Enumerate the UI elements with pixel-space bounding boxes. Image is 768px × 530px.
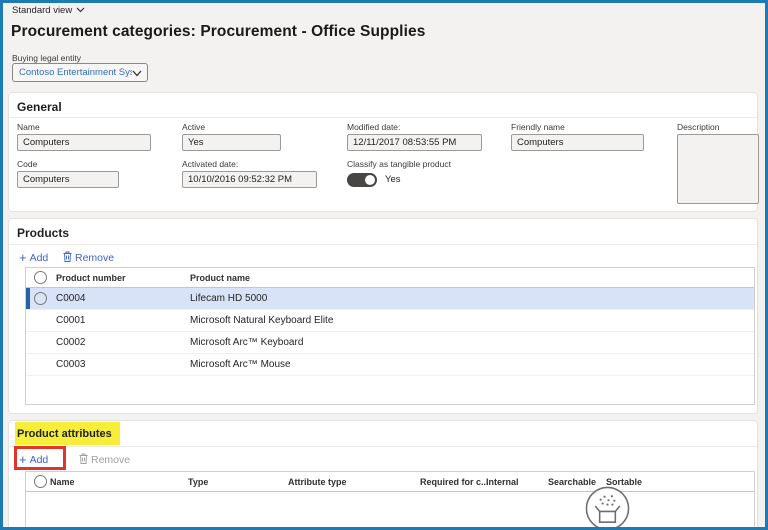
col-internal[interactable]: Internal [486,472,519,492]
divider [9,117,757,118]
friendly-name-field[interactable]: Computers [511,134,644,151]
col-product-number[interactable]: Product number [56,268,126,288]
description-field[interactable] [677,134,759,204]
plus-icon: + [19,454,27,466]
product-attributes-grid: Name Type Attribute type Required for c.… [25,471,755,530]
table-row[interactable]: C0002 Microsoft Arc™ Keyboard [26,332,754,354]
cell-product-number: C0002 [56,332,85,354]
description-label: Description [677,122,720,132]
table-row[interactable]: C0003 Microsoft Arc™ Mouse [26,354,754,376]
cell-product-name: Microsoft Natural Keyboard Elite [190,310,333,332]
trash-icon [79,453,88,467]
select-all-radio[interactable] [34,475,47,488]
product-attributes-section-title: Product attributes [17,428,765,440]
general-section: General Name Active Modified date: Frien… [8,92,758,212]
row-radio[interactable] [34,292,47,305]
activated-date-label: Activated date: [182,159,238,169]
attributes-add-button[interactable]: + Add [19,451,48,469]
products-add-label: Add [30,252,49,264]
code-field[interactable]: Computers [17,171,119,188]
cell-product-name: Microsoft Arc™ Mouse [190,354,291,376]
col-product-name[interactable]: Product name [190,268,250,288]
buying-legal-entity-label: Buying legal entity [12,53,81,63]
cell-product-number: C0003 [56,354,85,376]
code-label: Code [17,159,37,169]
name-label: Name [17,122,40,132]
buying-legal-entity-value: Contoso Entertainment Syste... [19,67,132,78]
active-label: Active [182,122,205,132]
divider [9,446,757,447]
products-grid: Product number Product name C0004 Lifeca… [25,267,755,405]
chevron-down-icon [132,64,142,82]
col-type[interactable]: Type [188,472,208,492]
modified-date-field[interactable]: 12/11/2017 08:53:55 PM [347,134,482,151]
products-remove-label: Remove [75,252,114,264]
app-window: Standard view Procurement categories: Pr… [0,0,768,530]
products-section-title: Products [17,226,69,240]
products-grid-header: Product number Product name [26,268,754,288]
attributes-remove-button[interactable]: Remove [79,451,130,469]
toggle-knob [365,175,375,185]
col-name[interactable]: Name [50,472,75,492]
name-field[interactable]: Computers [17,134,151,151]
table-row[interactable]: C0004 Lifecam HD 5000 [26,288,754,310]
cell-product-number: C0001 [56,310,85,332]
modified-date-label: Modified date: [347,122,400,132]
table-row[interactable]: C0001 Microsoft Natural Keyboard Elite [26,310,754,332]
product-attributes-section: Product attributes + Add Remove Name Typ… [8,420,758,530]
view-selector[interactable]: Standard view [12,5,85,16]
active-field[interactable]: Yes [182,134,281,151]
friendly-name-label: Friendly name [511,122,565,132]
empty-grid-icon [584,485,631,530]
chevron-down-icon [76,5,85,16]
attributes-remove-label: Remove [91,454,130,466]
cell-product-number: C0004 [56,288,85,310]
products-section: Products + Add Remove Product number Pro… [8,218,758,414]
divider [9,244,757,245]
general-section-title: General [17,100,62,114]
cell-product-name: Microsoft Arc™ Keyboard [190,332,303,354]
view-selector-label: Standard view [12,5,72,16]
col-attribute-type[interactable]: Attribute type [288,472,347,492]
attributes-grid-header: Name Type Attribute type Required for c.… [26,472,754,492]
trash-icon [63,251,72,265]
attributes-add-label: Add [30,454,49,466]
classify-tangible-value: Yes [385,174,401,185]
products-add-button[interactable]: + Add [19,249,48,267]
col-required-for[interactable]: Required for c... [420,472,489,492]
classify-tangible-toggle[interactable] [347,173,377,187]
plus-icon: + [19,252,27,264]
activated-date-field[interactable]: 10/10/2016 09:52:32 PM [182,171,317,188]
classify-tangible-label: Classify as tangible product [347,159,451,169]
cell-product-name: Lifecam HD 5000 [190,288,267,310]
select-all-radio[interactable] [34,271,47,284]
page-title: Procurement categories: Procurement - Of… [11,23,425,41]
products-remove-button[interactable]: Remove [63,249,114,267]
buying-legal-entity-dropdown[interactable]: Contoso Entertainment Syste... [12,63,148,82]
